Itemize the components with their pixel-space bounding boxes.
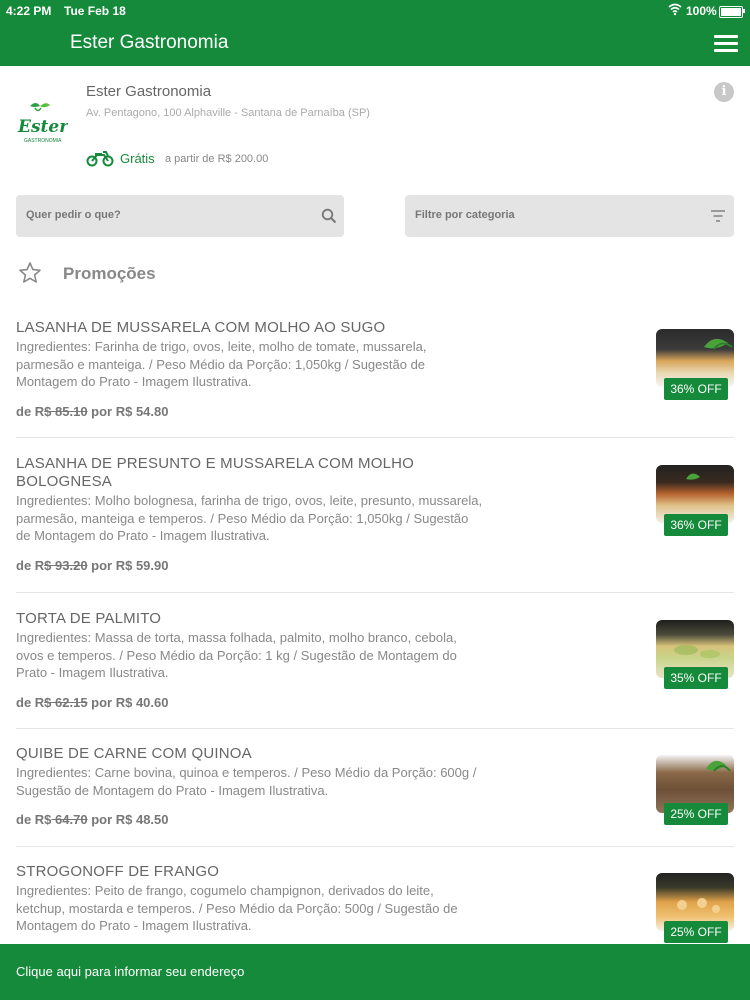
- filter-label: Filtre por categoria: [415, 209, 515, 221]
- battery-tip: [743, 9, 745, 13]
- product-name: LASANHA DE PRESUNTO E MUSSARELA COM MOLH…: [16, 455, 415, 490]
- product-name: LASANHA DE MUSSARELA COM MOLHO AO SUGO: [16, 319, 386, 336]
- new-price: por R$ 40.60: [91, 694, 169, 710]
- svg-text:Ester: Ester: [17, 117, 68, 137]
- divider: [16, 846, 734, 847]
- product-price: de R$ 64.70 por R$ 48.50: [16, 812, 169, 827]
- search-placeholder: Quer pedir o que?: [26, 209, 121, 221]
- status-bar: 4:22 PM Tue Feb 18 100%: [0, 0, 750, 22]
- app-header: Ester Gastronomia: [0, 22, 750, 66]
- new-price: por R$ 54.80: [91, 403, 169, 419]
- search-icon: [321, 208, 337, 224]
- old-price: $ 62.15: [44, 694, 88, 710]
- product-description: Ingredientes: Massa de torta, massa folh…: [16, 630, 457, 680]
- address-bar-button[interactable]: Clique aqui para informar seu endereço: [0, 944, 750, 1000]
- product-price: de R$ 93.20 por R$ 59.90: [16, 557, 169, 573]
- wifi-icon: [668, 3, 682, 16]
- motorcycle-icon: [86, 151, 114, 167]
- status-date: Tue Feb 18: [64, 4, 126, 18]
- product-price: de R$ 62.15 por R$ 40.60: [16, 694, 169, 710]
- new-price: por R$ 48.50: [91, 812, 169, 827]
- divider: [16, 728, 734, 729]
- new-price: por R$ 59.90: [91, 557, 169, 573]
- store-name: Ester Gastronomia: [86, 83, 212, 100]
- delivery-free-label: Grátis: [120, 151, 155, 166]
- address-bar-label: Clique aqui para informar seu endereço: [16, 964, 245, 979]
- battery-percent: 100%: [686, 4, 717, 18]
- store-address: Av. Pentagono, 100 Alphaville - Santana …: [86, 107, 370, 119]
- discount-badge: 25% OFF: [664, 803, 728, 825]
- product-name: STROGONOFF DE FRANGO: [16, 863, 220, 880]
- discount-badge: 36% OFF: [664, 514, 728, 536]
- product-price: de R$ 85.10 por R$ 54.80: [16, 403, 169, 419]
- product-description: Ingredientes: Molho bolognesa, farinha d…: [16, 493, 483, 543]
- product-item[interactable]: STROGONOFF DE FRANGO Ingredientes: Peito…: [16, 863, 734, 943]
- hamburger-menu-icon[interactable]: [712, 32, 740, 54]
- old-price: $ 85.10: [44, 403, 88, 419]
- discount-badge: 35% OFF: [664, 667, 728, 689]
- svg-text:GASTRONOMIA: GASTRONOMIA: [24, 138, 62, 144]
- product-description: Ingredientes: Carne bovina, quinoa e tem…: [16, 765, 477, 798]
- old-price: $ 93.20: [44, 557, 88, 573]
- product-item[interactable]: QUIBE DE CARNE COM QUINOA Ingredientes: …: [16, 745, 734, 835]
- battery-icon: [719, 6, 743, 18]
- product-item[interactable]: TORTA DE PALMITO Ingredientes: Massa de …: [16, 610, 734, 715]
- star-icon: [19, 262, 41, 283]
- category-filter[interactable]: Filtre por categoria: [405, 195, 734, 237]
- divider: [16, 592, 734, 593]
- store-logo: Ester GASTRONOMIA: [17, 103, 68, 144]
- discount-badge: 25% OFF: [664, 921, 728, 943]
- product-item[interactable]: LASANHA DE MUSSARELA COM MOLHO AO SUGO I…: [16, 319, 734, 424]
- info-icon[interactable]: i: [714, 82, 734, 102]
- old-price: 64.70: [51, 812, 88, 827]
- discount-badge: 36% OFF: [664, 378, 728, 400]
- app-title: Ester Gastronomia: [70, 32, 229, 53]
- delivery-minimum: a partir de R$ 200.00: [165, 153, 269, 165]
- status-time: 4:22 PM: [6, 4, 52, 18]
- product-name: TORTA DE PALMITO: [16, 610, 162, 627]
- filter-icon: [711, 210, 725, 222]
- product-description: Ingredientes: Farinha de trigo, ovos, le…: [16, 339, 427, 389]
- section-title: Promoções: [63, 264, 156, 283]
- product-name: QUIBE DE CARNE COM QUINOA: [16, 745, 252, 762]
- product-description: Ingredientes: Peito de frango, cogumelo …: [16, 883, 458, 933]
- search-input[interactable]: Quer pedir o que?: [16, 195, 344, 237]
- divider: [16, 437, 734, 438]
- product-item[interactable]: LASANHA DE PRESUNTO E MUSSARELA COM MOLH…: [16, 455, 734, 580]
